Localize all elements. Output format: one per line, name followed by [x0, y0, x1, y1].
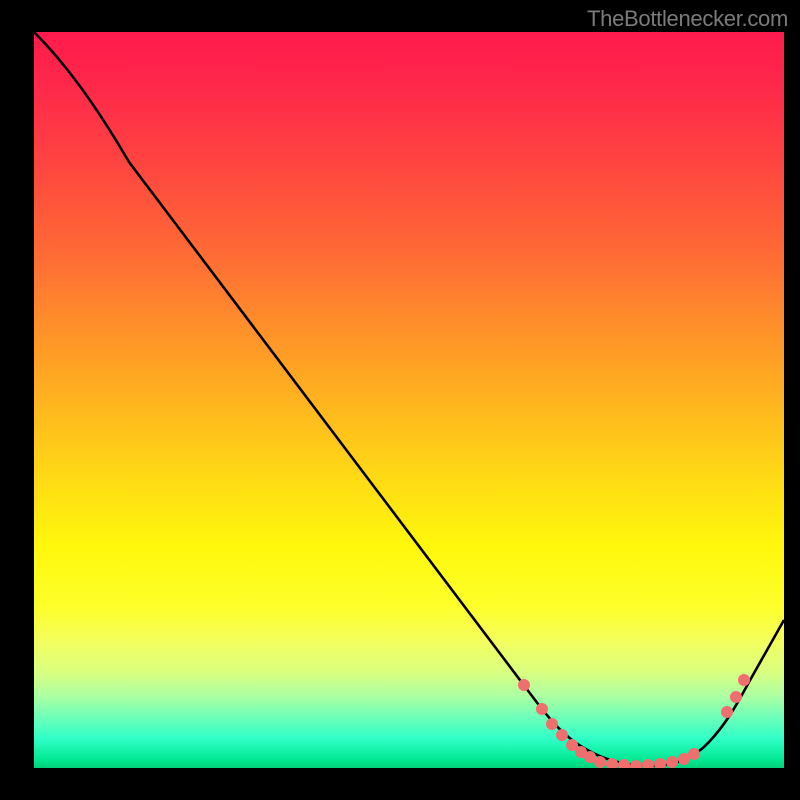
- data-points: [34, 32, 784, 768]
- chart-area: [34, 32, 784, 768]
- watermark-text: TheBottlenecker.com: [587, 6, 788, 32]
